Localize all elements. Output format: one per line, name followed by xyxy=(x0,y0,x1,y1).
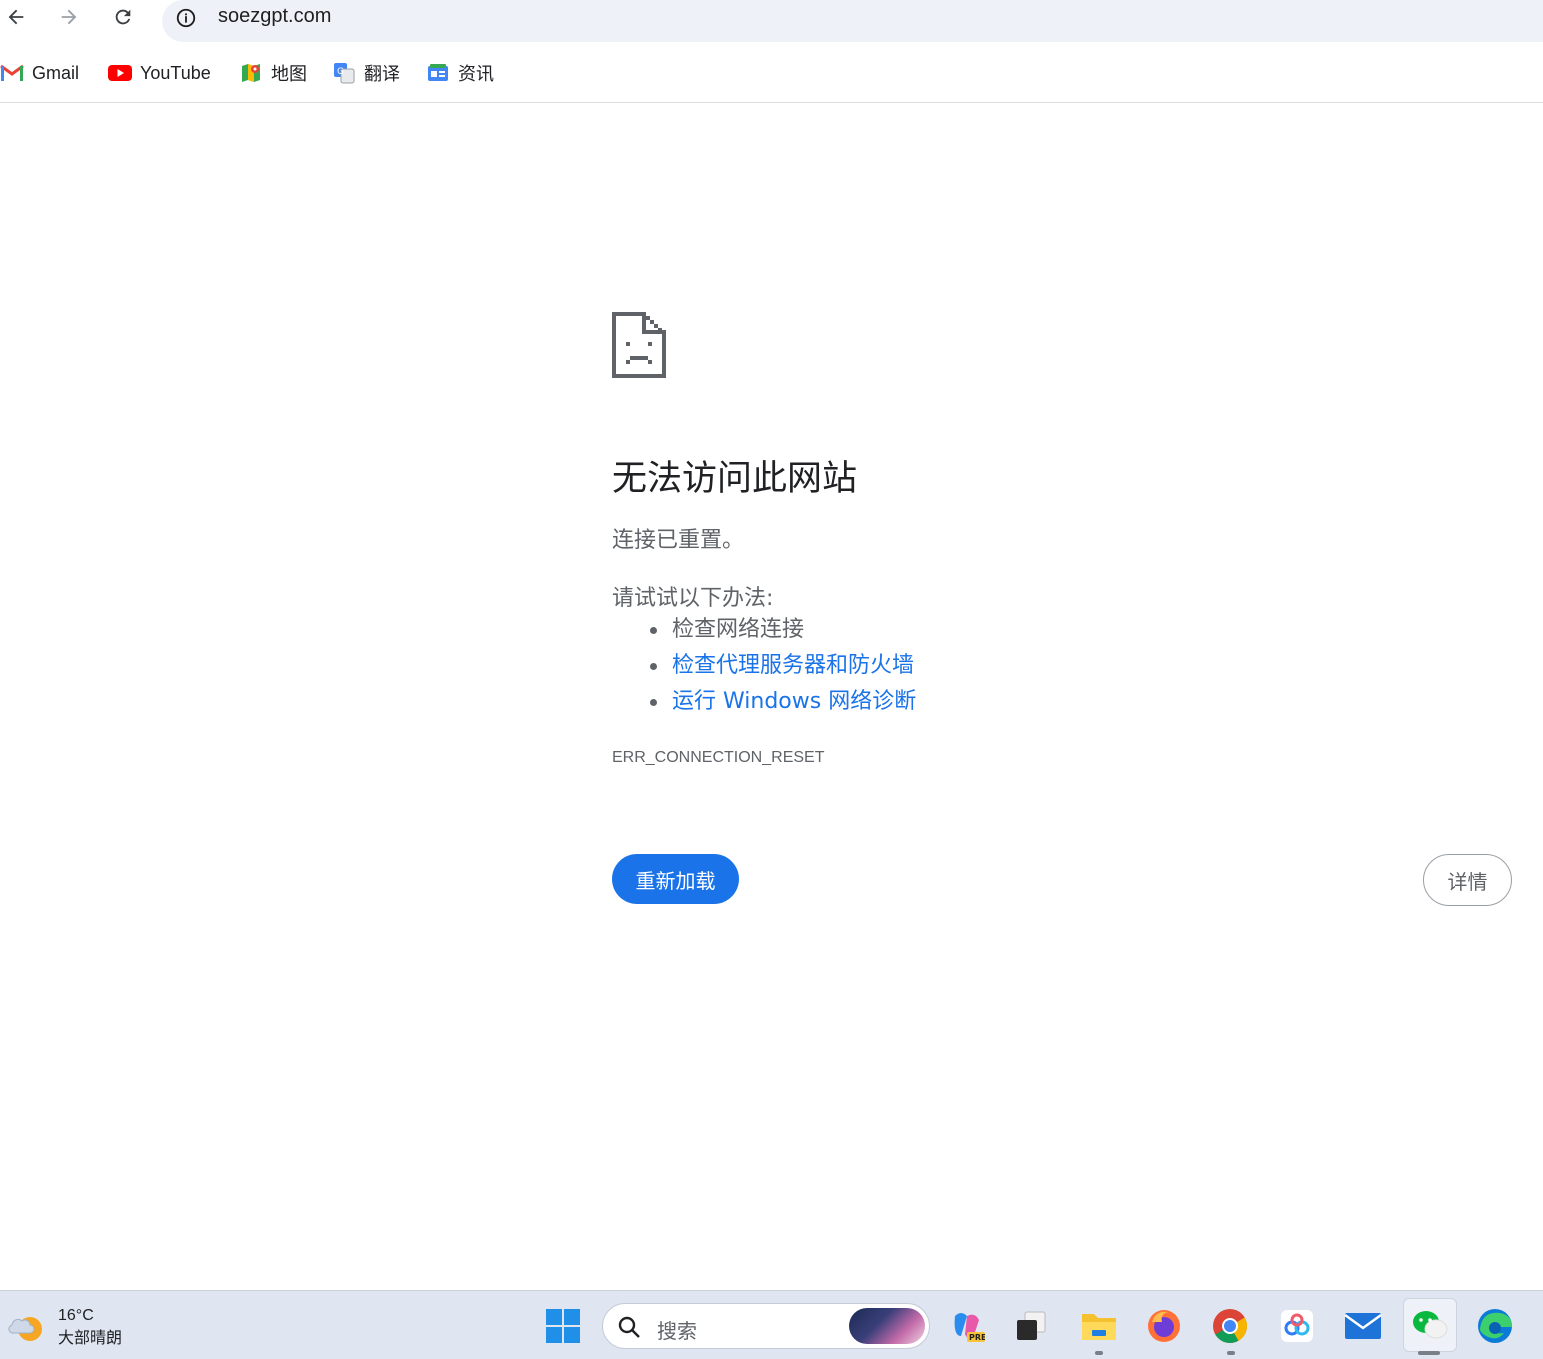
page-title: 无法访问此网站 xyxy=(612,459,858,499)
browser-toolbar: soezgpt.com xyxy=(0,0,1543,42)
taskbar-search[interactable]: 搜索 xyxy=(602,1303,930,1349)
details-button[interactable]: 详情 xyxy=(1423,854,1512,906)
suggestions-list: 检查网络连接 检查代理服务器和防火墙 运行 Windows 网络诊断 xyxy=(650,614,916,722)
edge-icon xyxy=(1478,1309,1512,1343)
error-code: ERR_CONNECTION_RESET xyxy=(612,749,825,766)
bookmark-maps[interactable]: 地图 xyxy=(239,60,307,86)
taskbar: 16°C 大部晴朗 搜索 PRE xyxy=(0,1290,1543,1359)
bookmark-label: 地图 xyxy=(271,64,307,84)
bookmark-translate[interactable]: G 翻译 xyxy=(332,60,400,86)
bookmarks-bar: Gmail YouTube 地图 G 翻译 资讯 xyxy=(0,42,1543,103)
bookmark-label: 翻译 xyxy=(364,64,400,84)
sad-page-icon xyxy=(612,312,668,384)
search-placeholder: 搜索 xyxy=(657,1319,697,1343)
arrow-right-icon xyxy=(61,9,77,25)
running-indicator xyxy=(1095,1351,1103,1355)
bookmark-label: 资讯 xyxy=(458,64,494,84)
weather-description: 大部晴朗 xyxy=(58,1328,123,1347)
refresh-icon xyxy=(115,9,131,25)
mail-icon xyxy=(1344,1313,1382,1339)
gmail-icon xyxy=(0,62,24,84)
address-bar[interactable]: soezgpt.com xyxy=(162,0,1543,42)
search-highlight-image xyxy=(849,1308,925,1344)
info-icon xyxy=(176,8,196,28)
active-indicator xyxy=(1418,1351,1440,1355)
search-icon xyxy=(618,1316,640,1338)
weather-widget[interactable]: 16°C 大部晴朗 xyxy=(8,1305,122,1349)
copilot-icon: PRE xyxy=(954,1313,985,1342)
baidu-netdisk-icon xyxy=(1281,1310,1313,1342)
task-view-icon xyxy=(1017,1311,1046,1340)
bookmark-news[interactable]: 资讯 xyxy=(426,60,494,86)
bookmark-label: Gmail xyxy=(32,62,80,83)
taskbar-copilot[interactable]: PRE xyxy=(946,1305,988,1347)
site-info-button[interactable] xyxy=(172,4,200,32)
file-explorer-icon xyxy=(1082,1314,1116,1340)
youtube-icon xyxy=(108,62,132,84)
error-subtitle: 连接已重置。 xyxy=(612,528,745,553)
bookmark-youtube[interactable]: YouTube xyxy=(108,60,211,86)
bookmark-label: YouTube xyxy=(140,62,211,83)
start-button[interactable] xyxy=(542,1305,584,1347)
suggestion-check-proxy-link[interactable]: 检查代理服务器和防火墙 xyxy=(650,650,916,686)
reload-page-button[interactable] xyxy=(108,2,138,32)
forward-button[interactable] xyxy=(54,2,84,32)
url-text[interactable]: soezgpt.com xyxy=(218,5,331,28)
wechat-icon xyxy=(1413,1311,1448,1339)
bookmark-gmail[interactable]: Gmail xyxy=(0,60,79,86)
weather-partly-cloudy-icon xyxy=(8,1317,42,1341)
suggestion-check-network: 检查网络连接 xyxy=(650,614,916,650)
chrome-icon xyxy=(1213,1309,1247,1343)
svg-text:G: G xyxy=(337,67,344,77)
arrow-left-icon xyxy=(8,9,24,25)
maps-icon xyxy=(239,62,263,84)
running-indicator xyxy=(1227,1351,1235,1355)
taskbar-chrome[interactable] xyxy=(1209,1305,1251,1347)
suggestion-run-diagnostics-link[interactable]: 运行 Windows 网络诊断 xyxy=(650,686,916,722)
taskbar-task-view[interactable] xyxy=(1010,1305,1052,1347)
taskbar-wechat[interactable] xyxy=(1403,1298,1457,1352)
taskbar-file-explorer[interactable] xyxy=(1078,1305,1120,1347)
taskbar-mail[interactable] xyxy=(1342,1305,1384,1347)
svg-text:PRE: PRE xyxy=(969,1333,985,1342)
reload-button[interactable]: 重新加载 xyxy=(612,854,739,904)
translate-icon: G xyxy=(332,62,356,84)
taskbar-baidu-netdisk[interactable] xyxy=(1276,1305,1318,1347)
firefox-icon xyxy=(1148,1310,1180,1342)
back-button[interactable] xyxy=(1,2,31,32)
weather-temperature: 16°C xyxy=(58,1307,94,1324)
suggestions-title: 请试试以下办法: xyxy=(612,586,774,611)
taskbar-firefox[interactable] xyxy=(1143,1305,1185,1347)
news-icon xyxy=(426,62,450,84)
start-icon xyxy=(546,1309,580,1343)
taskbar-edge[interactable] xyxy=(1474,1305,1516,1347)
